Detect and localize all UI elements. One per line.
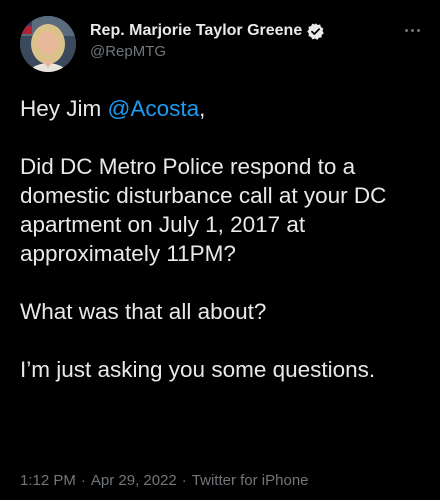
tweet-meta: 1:12 PM · Apr 29, 2022 · Twitter for iPhone bbox=[20, 472, 309, 489]
tweet-time[interactable]: 1:12 PM bbox=[20, 472, 76, 489]
author-name-row[interactable]: Rep. Marjorie Taylor Greene bbox=[90, 20, 325, 42]
tweet-paragraph-1: Hey Jim @Acosta, bbox=[20, 94, 430, 123]
mention-link[interactable]: @Acosta bbox=[108, 96, 200, 121]
tweet-paragraph-2: Did DC Metro Police respond to a domesti… bbox=[20, 154, 387, 266]
tweet-text: Hey Jim @Acosta, Did DC Metro Police res… bbox=[20, 94, 430, 384]
greeting-prefix: Hey Jim bbox=[20, 96, 108, 121]
tweet: Rep. Marjorie Taylor Greene @RepMTG Hey … bbox=[0, 0, 440, 500]
more-options-icon[interactable] bbox=[400, 20, 424, 40]
tweet-paragraph-4: I’m just asking you some questions. bbox=[20, 357, 376, 382]
profile-photo bbox=[20, 16, 76, 72]
tweet-source[interactable]: Twitter for iPhone bbox=[192, 472, 309, 489]
tweet-date[interactable]: Apr 29, 2022 bbox=[91, 472, 177, 489]
avatar[interactable] bbox=[20, 16, 76, 72]
author-handle[interactable]: @RepMTG bbox=[90, 43, 166, 60]
verified-badge-icon bbox=[306, 22, 325, 41]
display-name[interactable]: Rep. Marjorie Taylor Greene bbox=[90, 22, 302, 40]
tweet-paragraph-3: What was that all about? bbox=[20, 299, 267, 324]
meta-separator: · bbox=[80, 472, 86, 489]
meta-separator: · bbox=[181, 472, 187, 489]
greeting-suffix: , bbox=[199, 96, 206, 121]
